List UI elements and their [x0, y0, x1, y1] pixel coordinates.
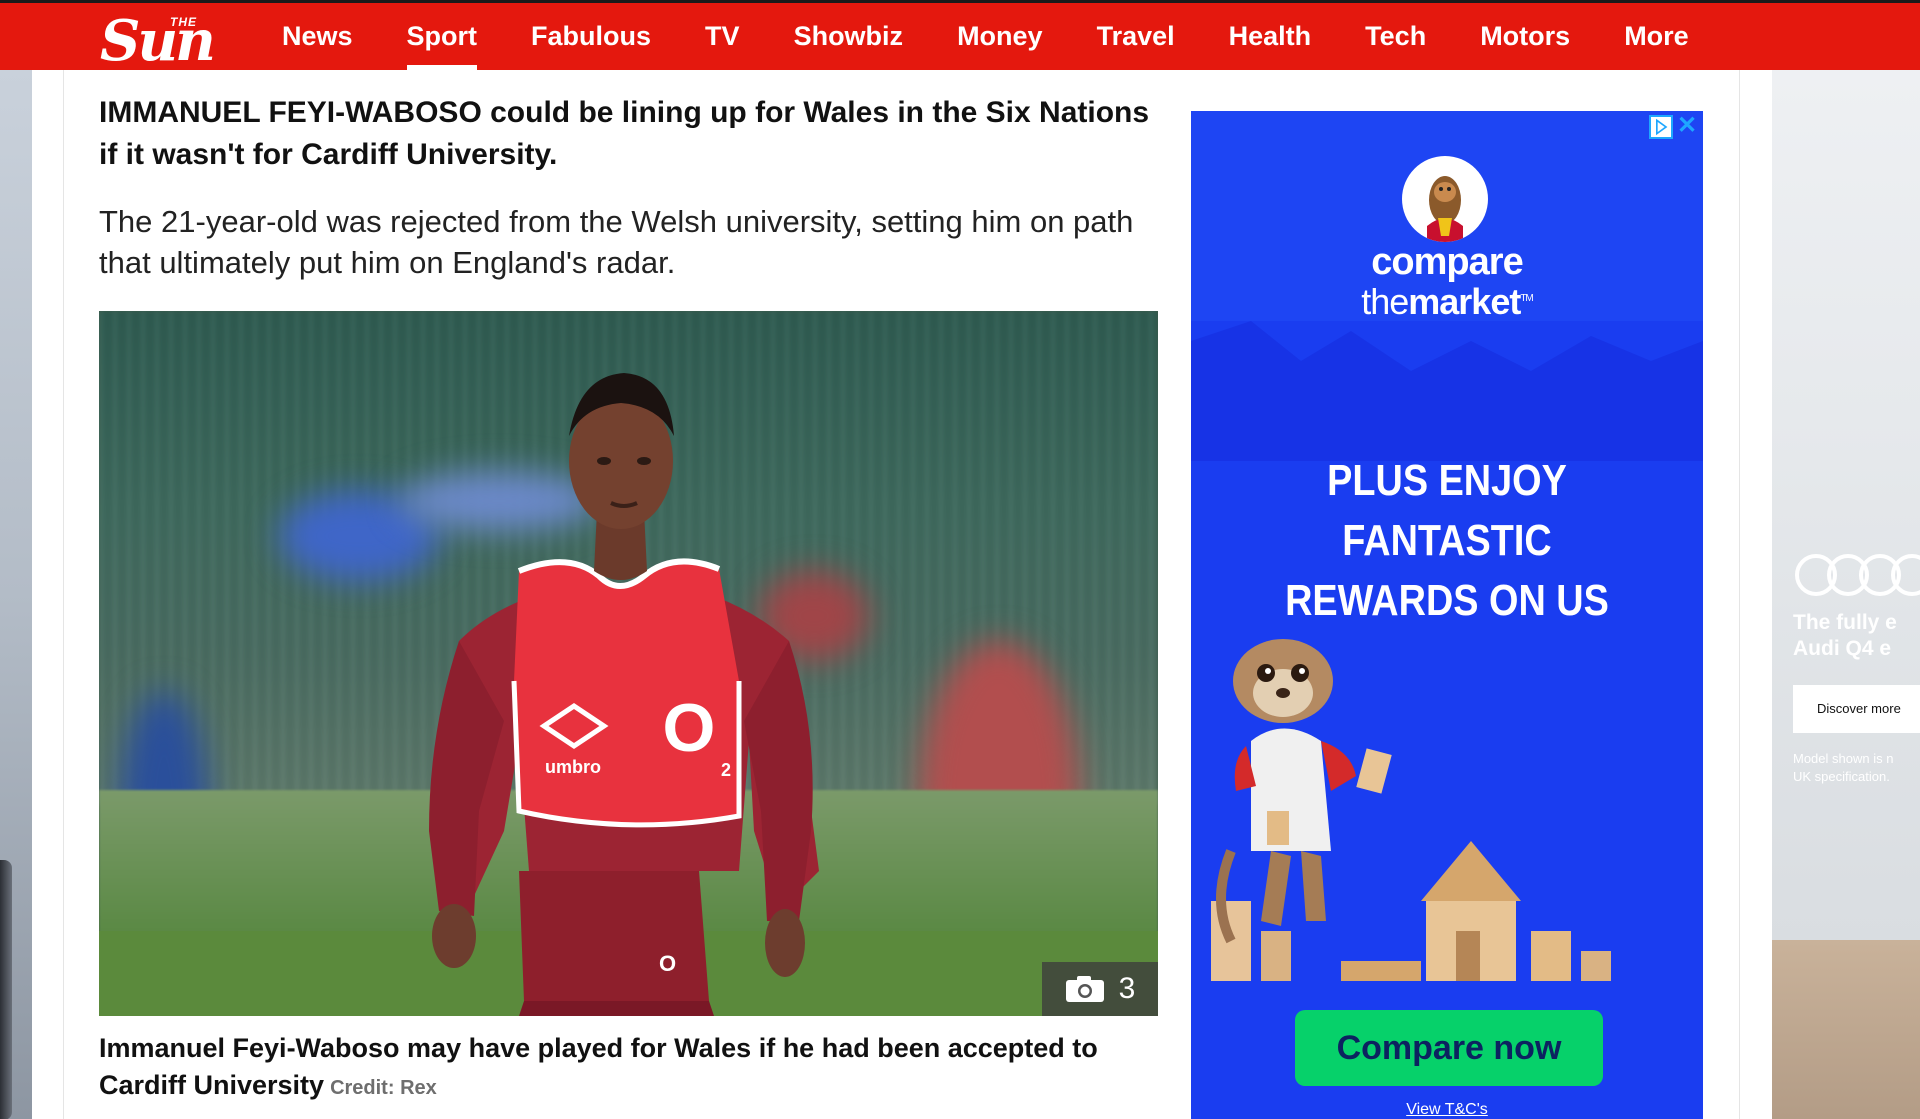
ad-choices-icon[interactable]: [1649, 115, 1673, 139]
compare-the-market-ad[interactable]: ✕ compare themarketTM PLUS ENJOY FANTAST…: [1191, 111, 1703, 1119]
ad-brand-line2: themarketTM: [1191, 279, 1703, 322]
nav-item-sport[interactable]: Sport: [380, 3, 505, 70]
article-photo[interactable]: umbro O 2 O 3: [99, 311, 1158, 1016]
audi-discover-more-button[interactable]: Discover more: [1793, 685, 1920, 733]
gallery-button[interactable]: 3: [1042, 962, 1158, 1016]
audi-ad-line1: The fully e: [1793, 611, 1897, 634]
ad-terms-link[interactable]: View T&C's: [1191, 1101, 1703, 1119]
audi-ad-line2: Audi Q4 e: [1793, 637, 1892, 660]
gallery-count: 3: [1118, 972, 1136, 1005]
meerkat-logo-icon: [1402, 156, 1488, 242]
audi-note-line2: UK specification.: [1793, 769, 1890, 784]
nav-item-tech[interactable]: Tech: [1338, 3, 1453, 70]
audi-ad-lower-band: [1772, 940, 1920, 1119]
logo-the-text: THE: [170, 15, 197, 29]
top-navigation: Sun THE News Sport Fabulous TV Showbiz M…: [0, 0, 1920, 70]
ad-brand-the: the: [1361, 281, 1409, 322]
ad-brand-market: market: [1408, 281, 1521, 322]
car-image-fragment: [0, 860, 12, 1119]
nav-item-showbiz[interactable]: Showbiz: [767, 3, 931, 70]
ad-wave-decoration: [1191, 321, 1703, 461]
nav-item-travel[interactable]: Travel: [1070, 3, 1202, 70]
photo-caption: Immanuel Feyi-Waboso may have played for…: [99, 1030, 1159, 1104]
audi-note-line1: Model shown is n: [1793, 751, 1894, 766]
nav-item-fabulous[interactable]: Fabulous: [504, 3, 678, 70]
audi-ad-disclaimer: Model shown is n UK specification.: [1793, 750, 1920, 786]
nav-item-money[interactable]: Money: [930, 3, 1070, 70]
the-sun-logo[interactable]: Sun THE: [100, 11, 250, 69]
audi-ad-panel: [1772, 70, 1920, 940]
nav-item-tv[interactable]: TV: [678, 3, 767, 70]
nav-item-health[interactable]: Health: [1202, 3, 1339, 70]
ad-headline-line1: PLUS ENJOY FANTASTIC: [1327, 456, 1567, 565]
ad-brand-tm: TM: [1520, 293, 1533, 304]
caption-text: Immanuel Feyi-Waboso may have played for…: [99, 1033, 1098, 1100]
audi-ad-headline: The fully e Audi Q4 e: [1793, 610, 1920, 662]
svg-text:2: 2: [721, 760, 731, 780]
compare-now-button[interactable]: Compare now: [1295, 1010, 1603, 1086]
article-standfirst: The 21-year-old was rejected from the We…: [99, 204, 1134, 280]
meerkat-toy-illustration: [1211, 639, 1611, 981]
svg-text:O: O: [659, 951, 676, 976]
ad-brand-line1: compare: [1371, 241, 1523, 283]
player-figure: umbro O 2 O: [429, 373, 819, 1016]
nav-links: News Sport Fabulous TV Showbiz Money Tra…: [255, 3, 1716, 70]
left-background-skin: [0, 70, 32, 1119]
article-lead: IMMANUEL FEYI-WABOSO could be lining up …: [99, 96, 1150, 171]
svg-text:O: O: [663, 690, 716, 766]
photo-credit: Credit: Rex: [330, 1077, 437, 1099]
nav-item-news[interactable]: News: [255, 3, 380, 70]
camera-icon: [1065, 976, 1104, 1002]
svg-text:umbro: umbro: [545, 757, 601, 777]
nav-item-more[interactable]: More: [1597, 3, 1716, 70]
audi-rings-logo: [1795, 554, 1920, 596]
nav-item-motors[interactable]: Motors: [1453, 3, 1597, 70]
right-background-skin-ad[interactable]: The fully e Audi Q4 e Discover more Mode…: [1772, 70, 1920, 1119]
ad-close-icon[interactable]: ✕: [1675, 113, 1699, 139]
